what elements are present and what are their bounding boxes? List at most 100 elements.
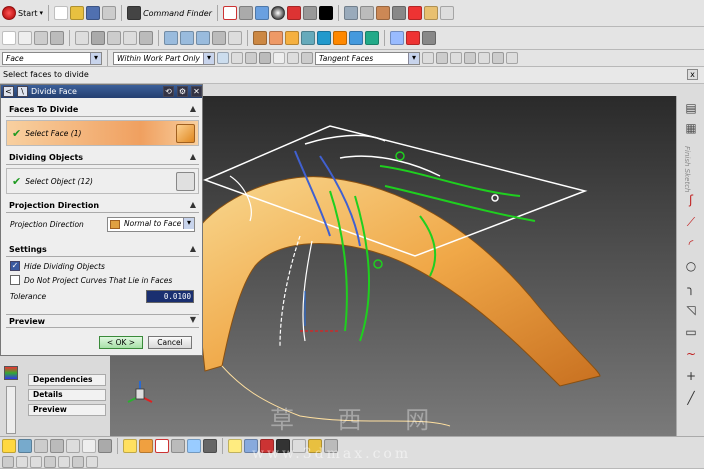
datum-plane-icon[interactable] — [75, 31, 89, 45]
fit-view-icon[interactable] — [222, 6, 237, 20]
assembly-icon[interactable] — [343, 6, 358, 20]
fillet-icon[interactable]: ╮ — [683, 280, 699, 296]
sketch-icon[interactable] — [2, 31, 16, 45]
rotate-icon[interactable] — [86, 455, 98, 468]
view-cube-icon[interactable] — [155, 438, 169, 453]
open-folder-icon[interactable] — [70, 6, 85, 20]
sketch-grip-icon[interactable]: ▤ — [683, 100, 699, 116]
background-icon[interactable] — [203, 438, 217, 453]
hide-dividing-checkbox[interactable]: ✓ — [10, 261, 20, 271]
rectangle-icon[interactable]: ▭ — [683, 324, 699, 340]
collapse-chevron-icon[interactable]: ▲ — [187, 104, 199, 116]
analysis-icon[interactable] — [375, 6, 390, 20]
start-menu-button[interactable]: Start — [18, 9, 38, 18]
snap-mid-icon[interactable] — [450, 52, 462, 64]
finish-sketch-icon[interactable]: ▦ — [683, 120, 699, 136]
close-cue-icon[interactable]: x — [687, 69, 698, 80]
divide-face-icon[interactable] — [301, 31, 315, 45]
point-sketch-icon[interactable]: + — [683, 368, 699, 384]
dialog-forward-icon[interactable]: \ — [17, 86, 28, 97]
undo-icon[interactable] — [16, 455, 28, 468]
swept-icon[interactable] — [365, 31, 379, 45]
select-pointer-icon[interactable] — [228, 438, 242, 453]
chamfer-icon[interactable] — [123, 31, 137, 45]
thicken-icon[interactable] — [333, 31, 347, 45]
deselect-icon[interactable] — [259, 52, 271, 64]
record-icon[interactable] — [406, 31, 420, 45]
navigator-preview[interactable]: Preview — [28, 404, 106, 416]
navigator-tab-icon[interactable] — [4, 366, 18, 380]
offset-face-icon[interactable] — [285, 31, 299, 45]
projection-direction-header[interactable]: Projection Direction ▲ — [6, 199, 199, 213]
offset-curve-icon[interactable]: ╱ — [683, 390, 699, 406]
line-icon[interactable]: ⟋ — [683, 214, 699, 230]
shade-icon[interactable] — [270, 6, 285, 20]
translucency-icon[interactable] — [187, 438, 201, 453]
arc-icon[interactable]: ◜ — [683, 236, 699, 252]
snap-center-icon[interactable] — [464, 52, 476, 64]
edge-select-icon[interactable] — [301, 52, 313, 64]
profile-icon[interactable]: ʃ — [683, 192, 699, 208]
hole-icon[interactable] — [50, 31, 64, 45]
render-style-icon[interactable] — [238, 6, 253, 20]
draft-icon[interactable] — [349, 31, 363, 45]
unite-icon[interactable] — [164, 31, 178, 45]
command-finder-icon[interactable] — [127, 6, 142, 20]
tolerance-input[interactable]: 0.0100 — [146, 289, 194, 303]
finish-sketch-label[interactable]: Finish Sketch — [683, 146, 691, 193]
studio-spline-icon[interactable]: ~ — [683, 346, 699, 362]
face-select-icon[interactable] — [273, 52, 285, 64]
filter-icon[interactable] — [217, 52, 229, 64]
navigator-dependencies[interactable]: Dependencies — [28, 374, 106, 386]
select-all-icon[interactable] — [231, 52, 243, 64]
constraint-icon[interactable] — [34, 438, 48, 453]
snap-point-icon[interactable] — [422, 52, 434, 64]
snap-icon[interactable] — [407, 6, 422, 20]
sew-icon[interactable] — [317, 31, 331, 45]
studio-icon[interactable] — [171, 438, 185, 453]
snap-tangent-icon[interactable] — [506, 52, 518, 64]
selection-scope-dropdown[interactable]: Within Work Part Only — [113, 51, 215, 65]
faces-to-divide-header[interactable]: Faces To Divide ▲ — [6, 103, 199, 117]
select-object-row[interactable]: ✔ Select Object (12) — [6, 168, 199, 194]
assembly-nav-icon[interactable] — [18, 438, 32, 453]
collapse-chevron-icon[interactable]: ▲ — [187, 152, 199, 164]
measure-icon[interactable] — [359, 6, 374, 20]
layer-icon[interactable] — [286, 6, 301, 20]
navigator-details[interactable]: Details — [28, 389, 106, 401]
redo-icon[interactable] — [30, 455, 42, 468]
revolve-icon[interactable] — [34, 31, 48, 45]
projection-direction-dropdown[interactable]: Normal to Face — [107, 216, 195, 232]
nav-arrow-icon[interactable] — [2, 455, 14, 468]
command-finder-button[interactable]: Command Finder — [143, 9, 212, 18]
display-icon[interactable] — [302, 6, 317, 20]
face-selection-icon[interactable] — [176, 123, 195, 143]
surface-icon[interactable] — [423, 6, 438, 20]
zoom-icon[interactable] — [58, 455, 70, 468]
section-icon[interactable] — [391, 6, 406, 20]
save-icon[interactable] — [86, 6, 101, 20]
point-icon[interactable] — [91, 31, 105, 45]
grid-icon[interactable] — [439, 6, 454, 20]
preview-header[interactable]: Preview ▼ — [6, 314, 199, 328]
dividing-objects-header[interactable]: Dividing Objects ▲ — [6, 151, 199, 165]
roles-icon[interactable] — [50, 438, 64, 453]
tiff-icon[interactable] — [82, 438, 96, 453]
color-swatch-icon[interactable] — [318, 6, 333, 20]
stop-icon[interactable] — [422, 31, 436, 45]
snap-intersect-icon[interactable] — [492, 52, 504, 64]
mirror-icon[interactable] — [269, 31, 283, 45]
no-project-row[interactable]: Do Not Project Curves That Lie in Faces — [6, 273, 199, 287]
curve-selection-icon[interactable] — [176, 171, 195, 191]
play-icon[interactable] — [44, 455, 56, 468]
ok-button[interactable]: < OK > — [99, 336, 143, 349]
dialog-close-icon[interactable]: ✕ — [191, 86, 202, 97]
circle-icon[interactable]: ○ — [683, 258, 699, 274]
snap-quadrant-icon[interactable] — [478, 52, 490, 64]
face-rule-dropdown[interactable]: Tangent Faces — [315, 51, 420, 65]
reset-filter-icon[interactable] — [245, 52, 257, 64]
snap-end-icon[interactable] — [436, 52, 448, 64]
split-body-icon[interactable] — [228, 31, 242, 45]
no-project-checkbox[interactable] — [10, 275, 20, 285]
collapse-chevron-icon[interactable]: ▲ — [187, 244, 199, 256]
